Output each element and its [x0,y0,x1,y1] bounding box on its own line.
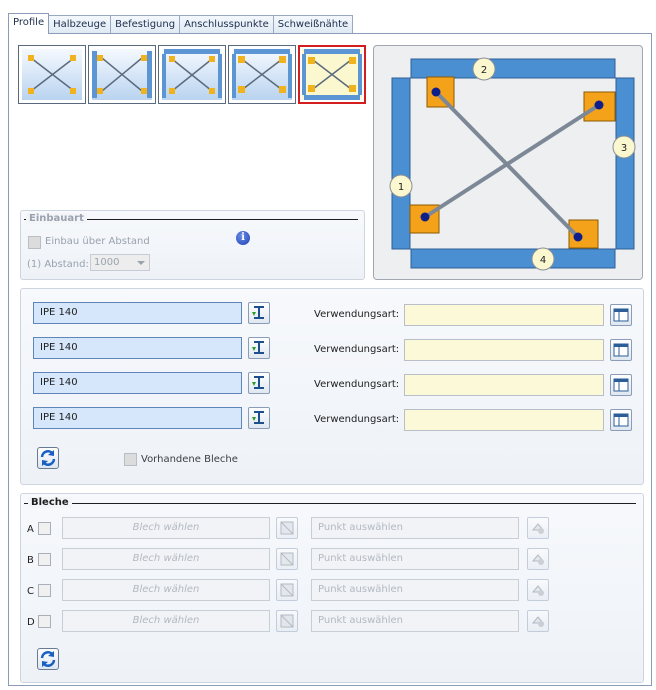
blech-b-field[interactable]: Blech wählen [62,548,270,570]
bracing-variant-icon [92,49,152,100]
einbau-abstand-label: Einbau über Abstand [45,236,150,247]
plate-select-icon [280,614,294,628]
usage-label-3: Verwendungsart: [314,379,400,390]
bleche-title: Bleche [28,497,72,508]
point-select-icon [531,523,545,534]
punkt-a-field[interactable]: Punkt auswählen [311,517,519,539]
variant-thumbnail-5-selected[interactable] [298,45,366,104]
refresh-icon [40,651,56,667]
punkt-c-select-button[interactable] [527,579,549,601]
punkt-d-select-button[interactable] [527,610,549,632]
punkt-b-select-button[interactable] [527,548,549,570]
punkt-d-field[interactable]: Punkt auswählen [311,610,519,632]
select-profile-button-3[interactable] [248,372,270,394]
profile-select-icon [252,376,264,389]
chevron-down-icon [137,261,145,265]
refresh-profiles-button[interactable] [37,447,59,469]
usage-label-4: Verwendungsart: [314,414,400,425]
profile-field-4[interactable]: IPE 140 [33,407,242,429]
connection-diagram: 2 3 1 4 [373,45,643,280]
variant-thumbnail-4[interactable] [228,45,296,104]
select-profile-button-1[interactable] [248,302,270,324]
row-letter-c: C [27,586,34,597]
profile-field-3[interactable]: IPE 140 [33,372,242,394]
blech-a-checkbox[interactable] [38,522,51,535]
table-select-icon [613,378,629,392]
punkt-b-field[interactable]: Punkt auswählen [311,548,519,570]
usage-select-button-4[interactable] [610,409,632,431]
usage-field-1[interactable] [404,304,604,326]
point-select-icon [531,554,545,565]
blech-c-select-button[interactable] [276,579,298,601]
bracing-diagram-graphic: 2 3 1 4 [389,57,636,271]
refresh-icon [40,450,56,466]
diagram-label-1: 1 [398,182,404,193]
diagram-label-2: 2 [481,65,487,76]
usage-field-3[interactable] [404,374,604,396]
blech-c-checkbox[interactable] [38,584,51,597]
einbauart-title: Einbauart [26,213,87,224]
diagram-label-3: 3 [621,143,627,154]
table-select-icon [613,308,629,322]
variant-thumbnail-3[interactable] [158,45,226,104]
usage-label-1: Verwendungsart: [314,309,400,320]
tab-bar: Profile Halbzeuge Befestigung Anschlussp… [8,13,354,34]
variant-thumbnail-2[interactable] [88,45,156,104]
blech-b-checkbox[interactable] [38,553,51,566]
existing-plates-checkbox[interactable] [124,453,137,466]
bracing-variant-icon [302,49,362,100]
profile-select-icon [252,411,264,424]
profile-field-1[interactable]: IPE 140 [33,302,242,324]
usage-label-2: Verwendungsart: [314,344,400,355]
tab-halbzeuge[interactable]: Halbzeuge [48,15,112,34]
refresh-bleche-button[interactable] [37,648,59,670]
punkt-c-field[interactable]: Punkt auswählen [311,579,519,601]
point-select-icon [531,585,545,596]
bracing-variant-icon [22,49,82,100]
blech-b-select-button[interactable] [276,548,298,570]
diagram-label-4: 4 [540,255,546,266]
plate-select-icon [280,521,294,535]
tab-schweissnaehte[interactable]: Schweißnähte [272,15,354,34]
profile-field-2[interactable]: IPE 140 [33,337,242,359]
variant-thumbnail-1[interactable] [18,45,86,104]
plate-select-icon [280,583,294,597]
profile-select-icon [252,306,264,319]
profile-select-icon [252,341,264,354]
blech-d-checkbox[interactable] [38,615,51,628]
tab-profile[interactable]: Profile [8,13,50,34]
blech-d-field[interactable]: Blech wählen [62,610,270,632]
tab-befestigung[interactable]: Befestigung [110,15,181,34]
row-letter-b: B [27,555,34,566]
blech-a-field[interactable]: Blech wählen [62,517,270,539]
blech-a-select-button[interactable] [276,517,298,539]
blech-c-field[interactable]: Blech wählen [62,579,270,601]
abstand-combo[interactable]: 1000 [90,254,150,271]
punkt-a-select-button[interactable] [527,517,549,539]
row-letter-d: D [27,617,35,628]
table-select-icon [613,343,629,357]
bracing-variant-icon [162,49,222,100]
einbau-abstand-checkbox[interactable] [28,236,41,249]
usage-select-button-2[interactable] [610,339,632,361]
select-profile-button-4[interactable] [248,407,270,429]
usage-select-button-1[interactable] [610,304,632,326]
usage-field-4[interactable] [404,409,604,431]
usage-field-2[interactable] [404,339,604,361]
bracing-variant-icon [232,49,292,100]
blech-d-select-button[interactable] [276,610,298,632]
existing-plates-label: Vorhandene Bleche [141,454,238,465]
row-letter-a: A [27,524,34,535]
abstand-label: (1) Abstand: [27,259,89,270]
abstand-value: 1000 [94,257,120,268]
usage-select-button-3[interactable] [610,374,632,396]
point-select-icon [531,616,545,627]
tab-anschlusspunkte[interactable]: Anschlusspunkte [179,15,274,34]
table-select-icon [613,413,629,427]
select-profile-button-2[interactable] [248,337,270,359]
group-divider [24,503,636,504]
info-icon[interactable]: i [236,231,250,245]
plate-select-icon [280,552,294,566]
